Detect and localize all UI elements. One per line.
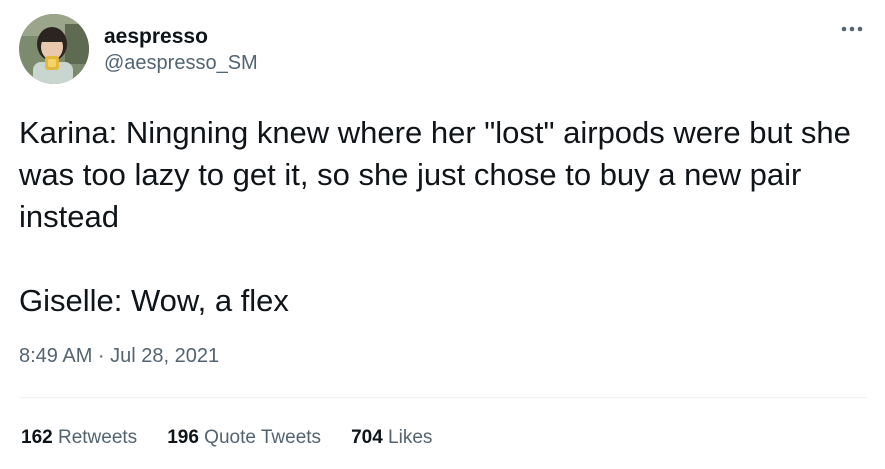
avatar[interactable] [19,14,89,84]
likes-label: Likes [388,427,433,448]
divider [19,397,867,398]
quote-tweets-count: 196 [167,427,199,448]
tweet-text: Karina: Ningning knew where her "lost" a… [19,115,851,318]
author-display-name[interactable]: aespresso [104,23,258,50]
tweet-stats: 162 Retweets 196 Quote Tweets 704 Likes [21,425,462,451]
quote-tweets-label: Quote Tweets [204,427,322,448]
tweet-timestamp[interactable]: 8:49 AM · Jul 28, 2021 [19,343,219,369]
tweet-card: aespresso @aespresso_SM Karina: Ningning… [0,0,885,469]
retweets-count: 162 [21,427,53,448]
retweets-stat[interactable]: 162 Retweets [21,425,137,451]
more-horizontal-icon [841,26,863,32]
retweets-label: Retweets [57,427,138,448]
author-handle[interactable]: @aespresso_SM [104,50,258,76]
author-names: aespresso @aespresso_SM [104,23,258,76]
more-options-button[interactable] [837,18,867,40]
quote-tweets-stat[interactable]: 196 Quote Tweets [167,425,321,451]
likes-count: 704 [351,427,383,448]
likes-stat[interactable]: 704 Likes [351,425,432,451]
profile-photo-icon [19,14,89,84]
tweet-header: aespresso @aespresso_SM [19,13,258,85]
